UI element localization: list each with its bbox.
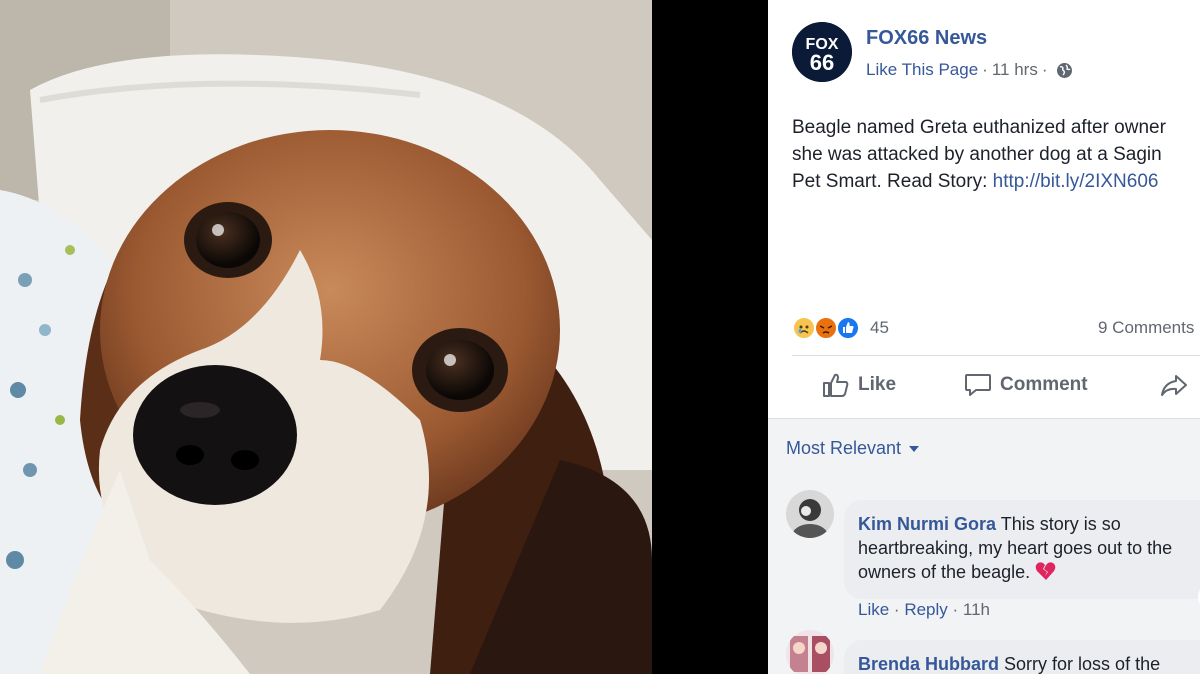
comment-bubble: Brenda Hubbard Sorry for loss of the [844, 640, 1200, 674]
comment-actions: Like · Reply · 11h [858, 600, 990, 620]
comment-sort-row: Most Relevant [768, 418, 1200, 478]
post-time[interactable]: 11 hrs [992, 60, 1038, 80]
avatar[interactable] [786, 630, 834, 674]
like-button[interactable]: Like [822, 372, 896, 398]
angry-reaction-icon[interactable] [814, 316, 838, 340]
like-label: Like [858, 374, 897, 395]
sort-dropdown[interactable]: Most Relevant [786, 438, 920, 459]
comment-time[interactable]: 11h [963, 600, 990, 619]
comment-line: Kim Nurmi Gora This story is so [858, 512, 1200, 536]
comment-button[interactable]: Comment [964, 372, 1088, 398]
page-name[interactable]: FOX66 News [866, 27, 987, 50]
globe-icon [1056, 62, 1073, 79]
post-text-line: she was attacked by another dog at a Sag… [792, 144, 1162, 165]
comment-reply-link[interactable]: Reply [904, 600, 947, 619]
comment-icon [965, 374, 991, 396]
share-icon [1161, 375, 1187, 396]
image-gap [652, 0, 768, 674]
like-reaction-icon[interactable] [836, 316, 860, 340]
comment-author[interactable]: Kim Nurmi Gora [858, 514, 996, 534]
comment-line: owners of the beagle. [858, 560, 1200, 587]
page-avatar[interactable]: FOX 66 [792, 22, 852, 82]
comment-text: Sorry for loss of the [1004, 654, 1161, 674]
comment-action-separator: · [893, 600, 905, 619]
comments-list: Kim Nurmi Gora This story is so heartbre… [768, 478, 1200, 674]
sad-reaction-icon[interactable] [792, 316, 816, 340]
post-header: FOX 66 FOX66 News Like This Page · 11 hr… [792, 22, 1200, 84]
meta-separator: · [982, 60, 988, 79]
post-text-prefix: Pet Smart. Read Story: [792, 171, 993, 192]
thumbs-up-icon [823, 373, 849, 397]
divider [792, 355, 1200, 356]
story-link[interactable]: http://bit.ly/2IXN606 [993, 171, 1159, 192]
comment-author[interactable]: Brenda Hubbard [858, 654, 999, 674]
meta-separator: · [1041, 60, 1048, 79]
comment-text: This story is so [1000, 514, 1121, 534]
comment-label: Comment [1000, 374, 1088, 395]
post-text: Beagle named Greta euthanized after owne… [792, 114, 1200, 195]
post-meta: Like This Page · 11 hrs · [866, 60, 1073, 80]
svg-text:66: 66 [810, 50, 834, 75]
comment-line: Brenda Hubbard Sorry for loss of the [858, 652, 1200, 674]
reactions-row: 45 9 Comments [792, 314, 1200, 342]
avatar[interactable] [786, 490, 834, 538]
sort-label: Most Relevant [786, 438, 902, 458]
post-text-line: Beagle named Greta euthanized after owne… [792, 117, 1166, 138]
chevron-down-icon [909, 445, 920, 452]
broken-heart-icon [1035, 561, 1057, 587]
comment-text: owners of the beagle. [858, 562, 1031, 582]
action-bar: Like Comment [792, 358, 1200, 416]
comment-like-link[interactable]: Like [858, 600, 889, 619]
comment-action-separator: · [952, 600, 963, 619]
like-page-link[interactable]: Like This Page [866, 60, 978, 80]
comment-bubble: Kim Nurmi Gora This story is so heartbre… [844, 500, 1200, 599]
share-button[interactable] [1160, 372, 1196, 398]
comments-count[interactable]: 9 Comments [1098, 318, 1194, 338]
comment-text: heartbreaking, my heart goes out to the [858, 538, 1173, 558]
beagle-photo[interactable] [0, 0, 652, 674]
reaction-count[interactable]: 45 [870, 318, 889, 338]
post-panel: FOX 66 FOX66 News Like This Page · 11 hr… [768, 0, 1200, 674]
post-text-line: Pet Smart. Read Story: http://bit.ly/2IX… [792, 168, 1200, 195]
